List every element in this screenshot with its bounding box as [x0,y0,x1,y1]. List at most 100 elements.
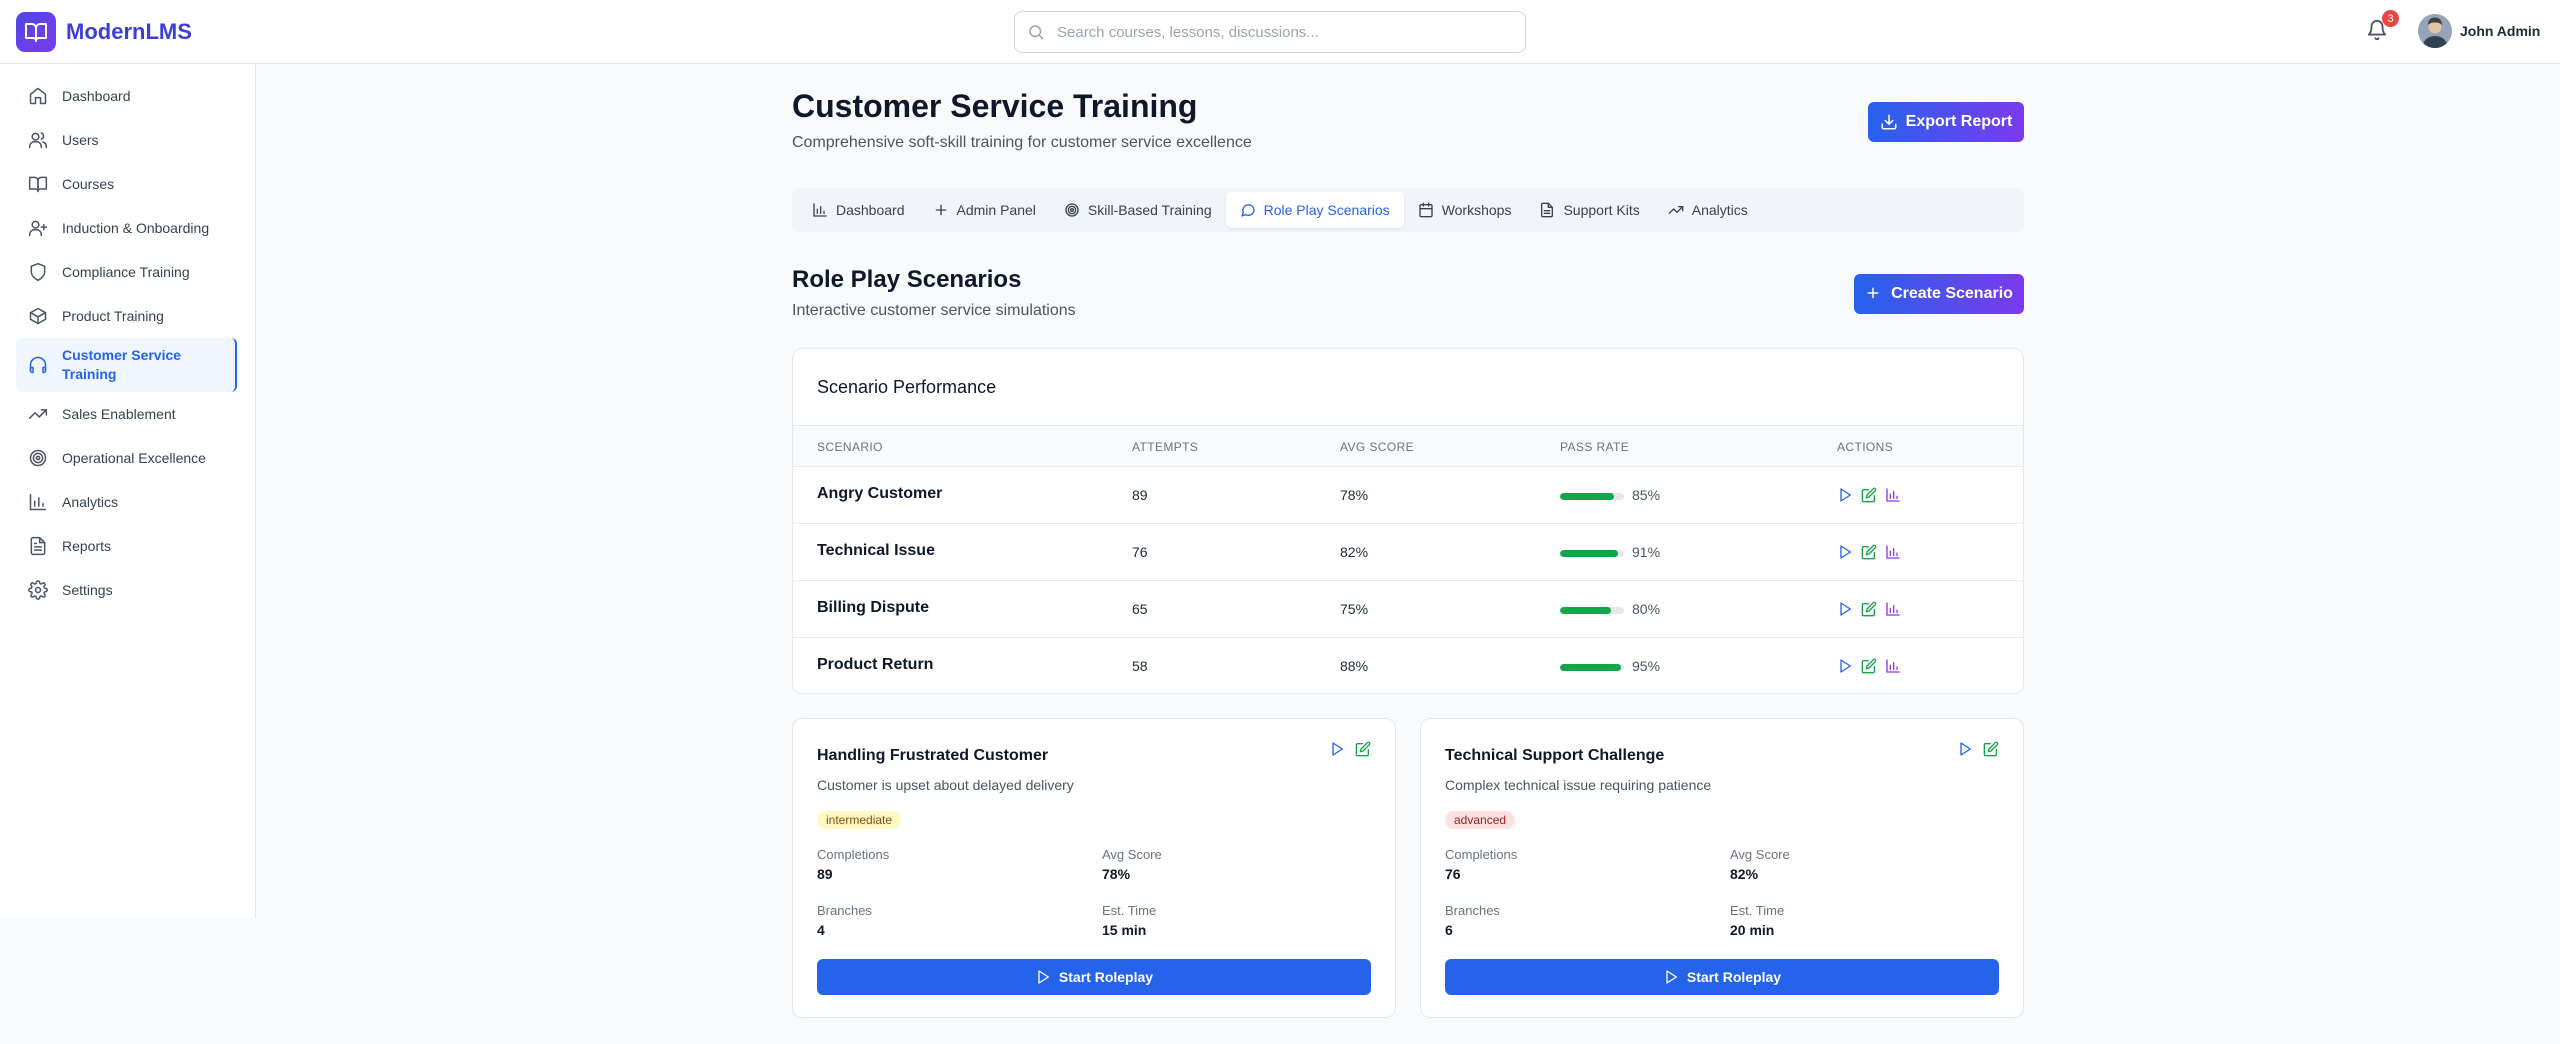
column-header-actions: Actions [1837,440,1894,454]
scenario-card-title: Technical Support Challenge [1445,747,1665,764]
start-roleplay-button[interactable]: Start Roleplay [817,959,1371,995]
bar-chart-icon[interactable] [1885,601,1901,617]
play-icon[interactable] [1837,658,1853,674]
sidebar-item-compliance[interactable]: Compliance Training [16,250,239,294]
scenario-card-actions [1947,741,1999,757]
book-open-icon [16,12,56,52]
pass-rate-bar-fill [1560,493,1615,500]
user-plus-icon [28,218,48,238]
attempts-value: 89 [1132,487,1148,503]
chart-bar-icon [812,202,828,218]
stat-value: 4 [817,922,825,938]
top-bar: ModernLMS 3 John Admin [0,0,2560,64]
tab-skill-based-training[interactable]: Skill-Based Training [1050,192,1226,228]
tab-support-kits[interactable]: Support Kits [1525,192,1653,228]
create-scenario-label: Create Scenario [1891,285,2013,302]
table-row: Product Return 58 88% 95% [793,638,2023,693]
search-input[interactable] [1057,23,1497,41]
edit-icon[interactable] [1861,487,1877,503]
gear-icon [28,580,48,600]
user-menu[interactable]: John Admin [2418,14,2540,48]
sidebar-item-customer-service[interactable]: Customer Service Training [16,338,237,392]
tab-label: Workshops [1441,202,1512,218]
edit-icon[interactable] [1983,741,1999,757]
difficulty-badge: intermediate [817,811,902,829]
sidebar-item-reports[interactable]: Reports [16,524,239,568]
play-icon[interactable] [1329,741,1345,757]
target-icon [28,448,48,468]
pass-rate-bar [1560,664,1624,671]
app-logo[interactable]: ModernLMS [16,12,192,52]
edit-icon[interactable] [1355,741,1371,757]
table-header: Scenario Attempts Avg Score Pass Rate Ac… [793,425,2023,467]
tab-label: Analytics [1691,202,1748,218]
edit-icon[interactable] [1861,658,1877,674]
stat-value: 78% [1102,866,1131,882]
scenario-card-title: Handling Frustrated Customer [817,747,1049,764]
column-header-scenario: Scenario [817,440,883,454]
app-name: ModernLMS [66,19,192,44]
bar-chart-icon [28,492,48,512]
users-icon [28,130,48,150]
row-actions [1837,544,1909,560]
avg-score-value: 88% [1340,658,1369,674]
attempts-value: 76 [1132,544,1148,560]
search-box[interactable] [1014,11,1526,53]
play-icon[interactable] [1837,601,1853,617]
pass-rate-bar-fill [1560,607,1612,614]
play-icon [1035,969,1051,985]
sidebar-item-settings[interactable]: Settings [16,568,239,612]
scenario-name: Angry Customer [817,485,943,502]
plus-icon [933,202,949,218]
tab-workshops[interactable]: Workshops [1404,192,1526,228]
sidebar-item-operational[interactable]: Operational Excellence [16,436,239,480]
file-text-icon [28,536,48,556]
sidebar-item-sales[interactable]: Sales Enablement [16,392,239,436]
pass-rate-bar [1560,550,1624,557]
export-report-button[interactable]: Export Report [1868,102,2024,142]
tab-label: Role Play Scenarios [1263,202,1390,218]
tab-role-play-scenarios[interactable]: Role Play Scenarios [1225,192,1404,228]
sidebar-item-dashboard[interactable]: Dashboard [16,74,239,118]
edit-icon[interactable] [1861,544,1877,560]
bar-chart-icon[interactable] [1885,487,1901,503]
avg-score-stat: Avg Score 82% [1730,847,1790,882]
column-header-pass-rate: Pass Rate [1560,440,1630,454]
scenario-performance-card: Scenario Performance Scenario Attempts A… [792,348,2024,694]
start-roleplay-button[interactable]: Start Roleplay [1445,959,1999,995]
sidebar-item-induction[interactable]: Induction & Onboarding [16,206,239,250]
stat-value: 6 [1445,922,1453,938]
file-text-icon [1539,202,1555,218]
scenario-card-description: Complex technical issue requiring patien… [1445,777,1712,793]
section-title: Role Play Scenarios [792,266,1022,293]
stat-value: 82% [1730,866,1759,882]
edit-icon[interactable] [1861,601,1877,617]
search-icon [1027,23,1045,41]
tab-analytics[interactable]: Analytics [1654,192,1762,228]
book-icon [28,174,48,194]
play-icon[interactable] [1957,741,1973,757]
tab-dashboard[interactable]: Dashboard [798,192,919,228]
pass-rate-value: 85% [1632,487,1661,503]
sidebar-item-courses[interactable]: Courses [16,162,239,206]
pass-rate-value: 80% [1632,601,1661,617]
bar-chart-icon[interactable] [1885,658,1901,674]
difficulty-badge: advanced [1445,811,1516,829]
create-scenario-button[interactable]: Create Scenario [1854,274,2024,314]
play-icon[interactable] [1837,544,1853,560]
play-icon[interactable] [1837,487,1853,503]
table-row: Technical Issue 76 82% 91% [793,524,2023,581]
sidebar-item-product[interactable]: Product Training [16,294,239,338]
stat-label: Est. Time [1102,903,1157,918]
attempts-value: 58 [1132,658,1148,674]
bar-chart-icon[interactable] [1885,544,1901,560]
avg-score-value: 75% [1340,601,1369,617]
tab-admin-panel[interactable]: Admin Panel [919,192,1050,228]
sidebar-item-label: Operational Excellence [62,449,206,466]
sidebar-item-label: Product Training [62,307,164,324]
completions-stat: Completions 76 [1445,847,1517,882]
trending-up-icon [28,404,48,424]
tab-label: Admin Panel [956,202,1036,218]
sidebar-item-analytics[interactable]: Analytics [16,480,239,524]
sidebar-item-users[interactable]: Users [16,118,239,162]
